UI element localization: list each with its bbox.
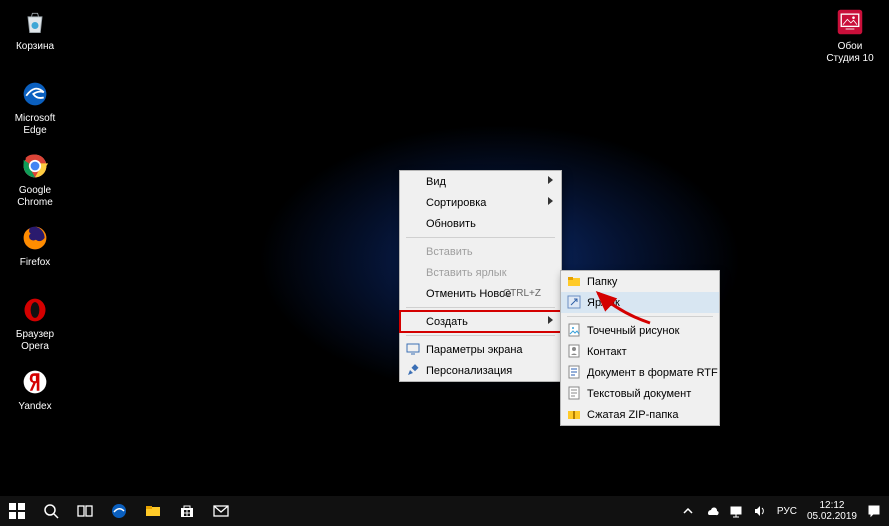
personalize-icon [406, 363, 420, 377]
desktop-icon-label: Microsoft Edge [5, 113, 65, 137]
folder-icon [567, 274, 581, 288]
desktop-icon-label: Google Chrome [5, 185, 65, 209]
tray-network-icon[interactable] [729, 504, 743, 518]
chevron-right-icon [548, 316, 553, 324]
taskbar[interactable]: РУС 12:12 05.02.2019 [0, 496, 889, 526]
menu-item-label: Вид [426, 176, 446, 188]
desktop-icon-wall-studio[interactable]: Обои Студия 10 [820, 5, 880, 65]
taskbar-edge[interactable] [102, 496, 136, 526]
menu-item[interactable]: Контакт [561, 341, 719, 362]
desktop-icon-label: Браузер Opera [5, 329, 65, 353]
desktop-icon-chrome[interactable]: Google Chrome [5, 149, 65, 209]
tray-time: 12:12 [807, 500, 857, 511]
menu-item[interactable]: Персонализация [400, 360, 561, 381]
display-icon [406, 342, 420, 356]
opera-icon [18, 293, 52, 327]
bmp-icon [567, 323, 581, 337]
menu-item[interactable]: Сортировка [400, 192, 561, 213]
desktop-context-menu[interactable]: Вид Сортировка Обновить Вставить Вставить яр… [399, 170, 562, 382]
desktop-icon-edge[interactable]: Microsoft Edge [5, 77, 65, 137]
contact-icon [567, 344, 581, 358]
chevron-right-icon [548, 197, 553, 205]
tray-volume-icon[interactable] [753, 504, 767, 518]
tray-notifications-icon[interactable] [867, 504, 881, 518]
menu-item-label: Точечный рисунок [587, 325, 679, 337]
menu-item-label: Сортировка [426, 197, 486, 209]
menu-item[interactable]: Параметры экрана [400, 339, 561, 360]
desktop-icon-opera[interactable]: Браузер Opera [5, 293, 65, 353]
menu-item[interactable]: Обновить [400, 213, 561, 234]
menu-item-label: Контакт [587, 346, 627, 358]
edge-icon [18, 77, 52, 111]
menu-item[interactable]: Отменить НовоеCTRL+Z [400, 283, 561, 304]
menu-item[interactable]: Вид [400, 171, 561, 192]
recycle-bin-icon [18, 5, 52, 39]
menu-item-label: Вставить ярлык [426, 267, 507, 279]
menu-item-label: Вставить [426, 246, 473, 258]
menu-item: Вставить ярлык [400, 262, 561, 283]
start-button[interactable] [0, 496, 34, 526]
desktop-icon-yandex[interactable]: Yandex [5, 365, 65, 413]
menu-item-label: Создать [426, 316, 468, 328]
desktop-icon-label: Обои Студия 10 [820, 41, 880, 65]
rtf-icon [567, 365, 581, 379]
taskbar-explorer[interactable] [136, 496, 170, 526]
menu-item-label: Параметры экрана [426, 344, 523, 356]
taskview-button[interactable] [68, 496, 102, 526]
menu-item-label: Папку [587, 276, 617, 288]
menu-item-label: Отменить Новое [426, 288, 511, 300]
firefox-icon [18, 221, 52, 255]
menu-item-label: Текстовый документ [587, 388, 691, 400]
chrome-icon [18, 149, 52, 183]
desktop-icon-firefox[interactable]: Firefox [5, 221, 65, 269]
menu-item[interactable]: Ярлык [561, 292, 719, 313]
menu-item-label: Документ в формате RTF [587, 367, 718, 379]
menu-item-label: Обновить [426, 218, 476, 230]
desktop[interactable]: Корзина Microsoft Edge Google Chrome Firefo… [0, 0, 889, 496]
tray-onedrive-icon[interactable] [705, 504, 719, 518]
search-button[interactable] [34, 496, 68, 526]
system-tray[interactable]: РУС 12:12 05.02.2019 [673, 500, 889, 522]
desktop-icon-label: Корзина [5, 41, 65, 53]
desktop-icon-label: Yandex [5, 401, 65, 413]
desktop-icon-recycle-bin[interactable]: Корзина [5, 5, 65, 53]
yandex-icon [18, 365, 52, 399]
menu-item[interactable]: Документ в формате RTF [561, 362, 719, 383]
taskbar-store[interactable] [170, 496, 204, 526]
shortcut-icon [567, 295, 581, 309]
create-submenu[interactable]: Папку Ярлык Точечный рисунок Контакт Докумен… [560, 270, 720, 426]
tray-language[interactable]: РУС [777, 506, 797, 517]
menu-item-label: Сжатая ZIP-папка [587, 409, 678, 421]
tray-clock[interactable]: 12:12 05.02.2019 [807, 500, 857, 522]
wall-studio-icon [833, 5, 867, 39]
menu-item[interactable]: Текстовый документ [561, 383, 719, 404]
desktop-icon-label: Firefox [5, 257, 65, 269]
tray-date: 05.02.2019 [807, 511, 857, 522]
zip-icon [567, 407, 581, 421]
menu-item-label: Персонализация [426, 365, 512, 377]
menu-item: Вставить [400, 241, 561, 262]
menu-shortcut: CTRL+Z [503, 288, 541, 299]
tray-chevron-icon[interactable] [681, 504, 695, 518]
menu-item[interactable]: Создать [400, 311, 561, 332]
menu-item-label: Ярлык [587, 297, 620, 309]
chevron-right-icon [548, 176, 553, 184]
menu-item[interactable]: Сжатая ZIP-папка [561, 404, 719, 425]
taskbar-mail[interactable] [204, 496, 238, 526]
txt-icon [567, 386, 581, 400]
menu-item[interactable]: Папку [561, 271, 719, 292]
menu-item[interactable]: Точечный рисунок [561, 320, 719, 341]
